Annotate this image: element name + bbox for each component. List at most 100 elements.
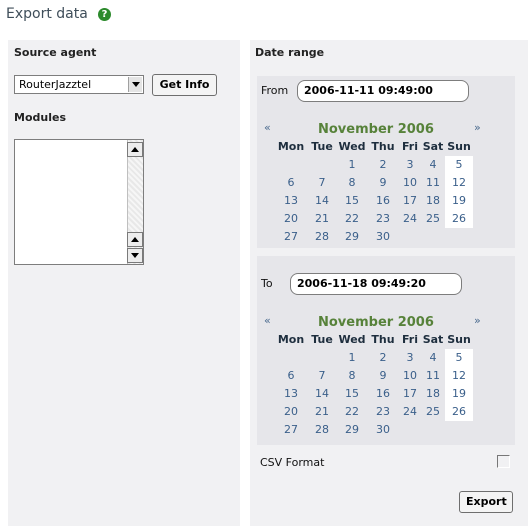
chevron-down-icon[interactable] xyxy=(128,77,142,92)
to-day-18[interactable]: 18 xyxy=(420,385,446,403)
from-next-month-icon[interactable]: » xyxy=(474,121,481,134)
from-day-18[interactable]: 18 xyxy=(420,192,446,210)
from-day-26[interactable]: 26 xyxy=(445,210,473,228)
to-day-21[interactable]: 21 xyxy=(306,403,338,421)
export-page: Export data ? Source agent RouterJazztel… xyxy=(0,0,530,526)
to-day-2[interactable]: 2 xyxy=(367,349,399,367)
to-weekday-sat: Sat xyxy=(422,333,444,346)
from-day-24[interactable]: 24 xyxy=(398,210,422,228)
to-weekday-mon: Mon xyxy=(277,333,305,346)
to-day-6[interactable]: 6 xyxy=(275,367,307,385)
export-button[interactable]: Export xyxy=(459,491,513,513)
to-day-9[interactable]: 9 xyxy=(367,367,399,385)
to-day-24[interactable]: 24 xyxy=(398,403,422,421)
from-weekday-mon: Mon xyxy=(277,140,305,153)
to-day-20[interactable]: 20 xyxy=(275,403,307,421)
from-day-15[interactable]: 15 xyxy=(336,192,368,210)
source-agent-label: Source agent xyxy=(14,46,97,59)
scroll-up-icon[interactable] xyxy=(127,142,143,157)
from-weekday-fri: Fri xyxy=(401,140,418,153)
to-day-23[interactable]: 23 xyxy=(367,403,399,421)
scroll-up-icon-lower[interactable] xyxy=(127,232,143,247)
to-day-10[interactable]: 10 xyxy=(398,367,422,385)
from-day-4[interactable]: 4 xyxy=(420,156,446,174)
to-month-title: November 2006 xyxy=(318,315,434,330)
to-weekday-tue: Tue xyxy=(311,333,333,346)
to-day-5[interactable]: 5 xyxy=(445,349,473,367)
from-day-28[interactable]: 28 xyxy=(306,228,338,246)
to-day-4[interactable]: 4 xyxy=(420,349,446,367)
page-title: Export data xyxy=(6,6,88,22)
from-day-27[interactable]: 27 xyxy=(275,228,307,246)
to-day-22[interactable]: 22 xyxy=(336,403,368,421)
from-day-5[interactable]: 5 xyxy=(445,156,473,174)
from-label: From xyxy=(261,84,289,97)
agent-select[interactable]: RouterJazztel xyxy=(14,75,144,94)
modules-label: Modules xyxy=(14,111,66,124)
to-weekday-sun: Sun xyxy=(447,333,471,346)
to-weekday-wed: Wed xyxy=(338,333,366,346)
date-range-label: Date range xyxy=(255,46,325,59)
to-day-25[interactable]: 25 xyxy=(420,403,446,421)
from-prev-month-icon[interactable]: « xyxy=(264,121,271,134)
from-day-12[interactable]: 12 xyxy=(445,174,473,192)
to-day-17[interactable]: 17 xyxy=(398,385,422,403)
from-day-22[interactable]: 22 xyxy=(336,210,368,228)
from-day-6[interactable]: 6 xyxy=(275,174,307,192)
from-month-title: November 2006 xyxy=(318,122,434,137)
to-day-8[interactable]: 8 xyxy=(336,367,368,385)
from-day-11[interactable]: 11 xyxy=(420,174,446,192)
from-weekday-tue: Tue xyxy=(311,140,333,153)
from-weekday-wed: Wed xyxy=(338,140,366,153)
from-weekday-sun: Sun xyxy=(447,140,471,153)
from-weekday-sat: Sat xyxy=(422,140,444,153)
from-day-14[interactable]: 14 xyxy=(306,192,338,210)
to-day-13[interactable]: 13 xyxy=(275,385,307,403)
to-weekday-thu: Thu xyxy=(371,333,395,346)
to-day-14[interactable]: 14 xyxy=(306,385,338,403)
from-day-10[interactable]: 10 xyxy=(398,174,422,192)
to-day-26[interactable]: 26 xyxy=(445,403,473,421)
to-day-29[interactable]: 29 xyxy=(336,421,368,439)
to-day-1[interactable]: 1 xyxy=(336,349,368,367)
from-weekday-thu: Thu xyxy=(371,140,395,153)
to-day-12[interactable]: 12 xyxy=(445,367,473,385)
to-prev-month-icon[interactable]: « xyxy=(264,314,271,327)
to-day-30[interactable]: 30 xyxy=(367,421,399,439)
to-day-11[interactable]: 11 xyxy=(420,367,446,385)
from-day-30[interactable]: 30 xyxy=(367,228,399,246)
from-day-29[interactable]: 29 xyxy=(336,228,368,246)
from-day-19[interactable]: 19 xyxy=(445,192,473,210)
to-day-7[interactable]: 7 xyxy=(306,367,338,385)
from-date-input[interactable]: 2006-11-11 09:49:00 xyxy=(297,80,469,102)
to-next-month-icon[interactable]: » xyxy=(474,314,481,327)
from-day-16[interactable]: 16 xyxy=(367,192,399,210)
from-day-9[interactable]: 9 xyxy=(367,174,399,192)
from-day-3[interactable]: 3 xyxy=(398,156,422,174)
agent-select-value: RouterJazztel xyxy=(19,78,92,91)
to-day-19[interactable]: 19 xyxy=(445,385,473,403)
help-icon[interactable]: ? xyxy=(98,8,111,21)
get-info-button[interactable]: Get Info xyxy=(152,74,217,96)
to-day-16[interactable]: 16 xyxy=(367,385,399,403)
from-day-1[interactable]: 1 xyxy=(336,156,368,174)
from-day-21[interactable]: 21 xyxy=(306,210,338,228)
to-day-3[interactable]: 3 xyxy=(398,349,422,367)
from-day-13[interactable]: 13 xyxy=(275,192,307,210)
to-label: To xyxy=(261,277,273,290)
from-day-2[interactable]: 2 xyxy=(367,156,399,174)
to-day-28[interactable]: 28 xyxy=(306,421,338,439)
to-day-27[interactable]: 27 xyxy=(275,421,307,439)
scroll-down-icon[interactable] xyxy=(127,248,143,263)
from-day-23[interactable]: 23 xyxy=(367,210,399,228)
from-day-25[interactable]: 25 xyxy=(420,210,446,228)
from-day-7[interactable]: 7 xyxy=(306,174,338,192)
from-day-8[interactable]: 8 xyxy=(336,174,368,192)
csv-format-checkbox[interactable] xyxy=(497,455,510,468)
from-day-20[interactable]: 20 xyxy=(275,210,307,228)
from-day-17[interactable]: 17 xyxy=(398,192,422,210)
modules-listbox[interactable] xyxy=(14,139,144,265)
to-date-input[interactable]: 2006-11-18 09:49:20 xyxy=(290,273,462,295)
to-day-15[interactable]: 15 xyxy=(336,385,368,403)
csv-format-label: CSV Format xyxy=(260,456,325,469)
